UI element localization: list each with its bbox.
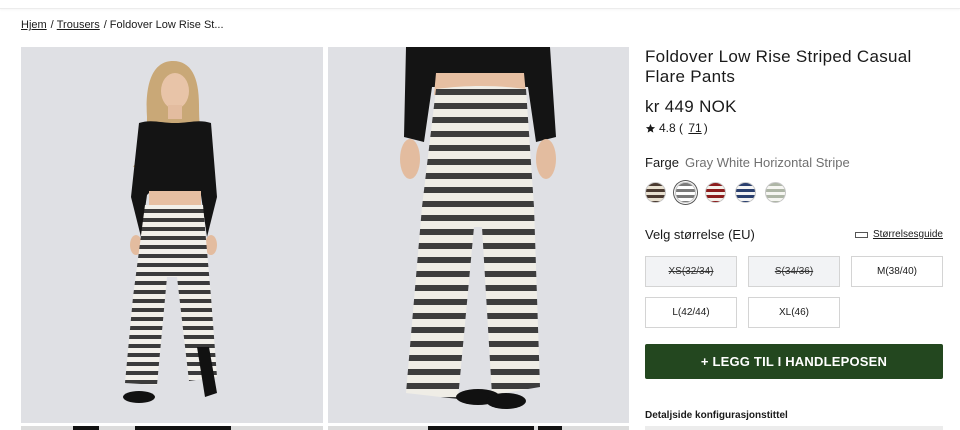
- ruler-icon: [854, 231, 868, 238]
- breadcrumb-separator: /: [103, 19, 107, 31]
- color-swatch-red-white-stripe[interactable]: [705, 182, 726, 203]
- color-swatches: [645, 182, 943, 203]
- top-header-bar: [0, 0, 960, 9]
- review-count-link[interactable]: 71: [688, 121, 701, 135]
- details-divider: [645, 426, 943, 430]
- thumbnail-indicator[interactable]: [135, 426, 231, 430]
- product-rating: 4.8 ( 71 ): [645, 121, 943, 135]
- product-image-full-body[interactable]: [21, 47, 323, 423]
- color-swatch-gray-white-stripe[interactable]: [675, 182, 696, 203]
- add-to-bag-button[interactable]: + LEGG TIL I HANDLEPOSEN: [645, 344, 943, 379]
- size-label: Velg størrelse (EU): [645, 227, 755, 242]
- config-title: Detaljside konfigurasjonstittel: [645, 410, 788, 421]
- selected-color-name: Gray White Horizontal Stripe: [684, 155, 850, 170]
- color-swatch-navy-white-stripe[interactable]: [735, 182, 756, 203]
- size-option[interactable]: M(38/40): [851, 256, 943, 287]
- size-option[interactable]: XL(46): [748, 297, 840, 328]
- breadcrumb: Hjem / Trousers / Foldover Low Rise St..…: [21, 19, 224, 31]
- product-price: kr 449 NOK: [645, 97, 737, 116]
- paren-open: (: [675, 121, 687, 135]
- star-icon: [645, 123, 656, 133]
- paren-close: ): [703, 121, 708, 135]
- color-selector-header: Farge Gray White Horizontal Stripe: [645, 155, 943, 170]
- breadcrumb-separator: /: [50, 19, 54, 31]
- product-info-panel: Foldover Low Rise Striped Casual Flare P…: [645, 47, 943, 421]
- size-guide-link[interactable]: Størrelsesguide: [873, 229, 943, 240]
- size-selector-header: Velg størrelse (EU) Størrelsesguide: [645, 227, 943, 242]
- rating-value: 4.8: [659, 121, 676, 135]
- size-option[interactable]: XS(32/34): [645, 256, 737, 287]
- breadcrumb-category-link[interactable]: Trousers: [57, 19, 100, 31]
- thumbnail-indicator[interactable]: [73, 426, 99, 430]
- breadcrumb-home-link[interactable]: Hjem: [21, 19, 47, 31]
- size-option[interactable]: S(34/36): [748, 256, 840, 287]
- size-option[interactable]: L(42/44): [645, 297, 737, 328]
- image-thumbnail-strip: [21, 426, 323, 430]
- color-swatch-brown-beige-stripe[interactable]: [645, 182, 666, 203]
- product-image-pants-closeup[interactable]: [328, 47, 629, 423]
- size-options: XS(32/34) S(34/36) M(38/40) L(42/44) XL(46): [645, 256, 943, 328]
- thumbnail-indicator[interactable]: [538, 426, 562, 430]
- product-title: Foldover Low Rise Striped Casual Flare P…: [645, 47, 912, 86]
- breadcrumb-current: Foldover Low Rise St...: [109, 19, 224, 31]
- thumbnail-indicator[interactable]: [428, 426, 534, 430]
- image-thumbnail-strip: [328, 426, 629, 430]
- color-label: Farge: [645, 155, 679, 170]
- size-guide[interactable]: Størrelsesguide: [854, 229, 943, 240]
- color-swatch-sage-white-stripe[interactable]: [765, 182, 786, 203]
